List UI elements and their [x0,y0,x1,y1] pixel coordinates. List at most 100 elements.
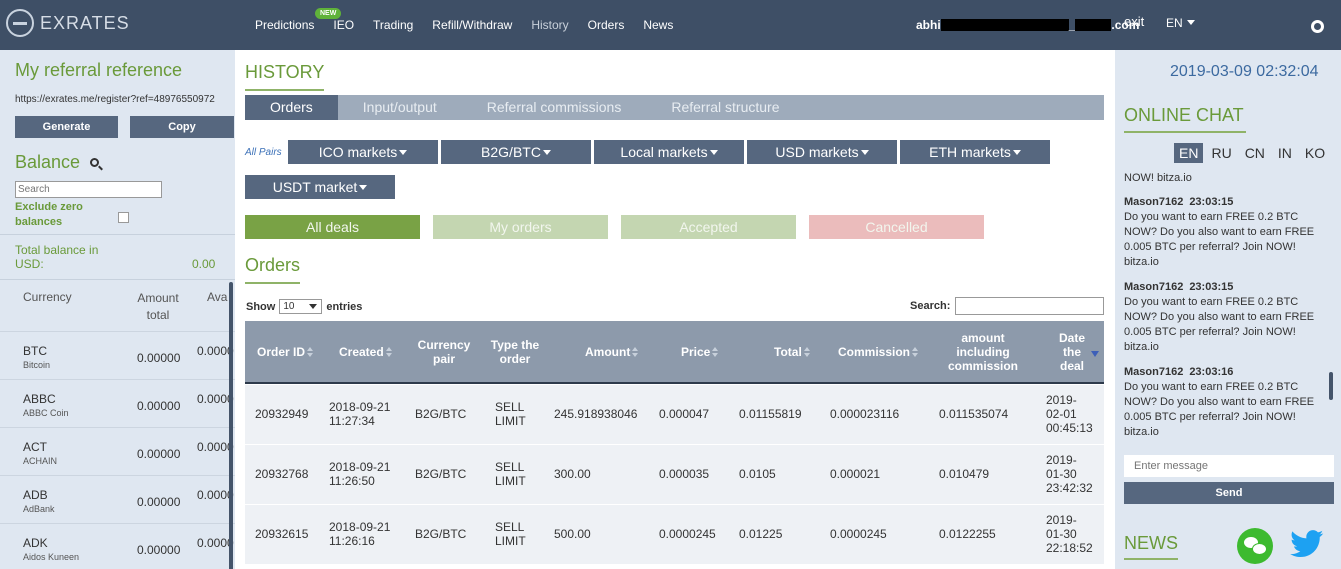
user-email-prefix: abhi [916,18,941,32]
gear-icon[interactable] [1311,20,1324,33]
page-title: HISTORY [245,62,325,91]
nav-predictions[interactable]: Predictions NEW [255,8,342,32]
balance-row[interactable]: ABBC ABBC Coin 0.00000 0.0000 [0,379,235,427]
cell-type: SELL LIMIT [495,460,526,488]
exit-link[interactable]: exit [1124,14,1144,29]
col-order-id[interactable]: Order ID [257,345,314,359]
email-redaction [940,19,1069,31]
cell-deal-monthday: 01-30 [1046,527,1077,541]
balance-row[interactable]: ADK Aidos Kuneen 0.00000 0.0000 [0,523,235,569]
generate-button[interactable]: Generate [15,116,118,138]
user-email-underscore: _ [1068,18,1076,32]
col-commission[interactable]: Commission [838,345,919,359]
col-amount-including-commission[interactable]: amount including commission [942,331,1024,373]
col-amount-incl-label: amount including commission [947,331,1019,373]
balance-scrollbar[interactable] [229,282,233,569]
amount-total-header[interactable]: Amount total [137,290,179,324]
chat-message-input[interactable] [1124,455,1334,477]
cell-order-id: 20932615 [255,527,309,541]
ico-markets-dropdown[interactable]: ICO markets [288,140,438,164]
balance-search-input[interactable] [15,181,162,198]
entries-select[interactable]: 10 [279,299,323,314]
cell-pair: B2G/BTC [415,467,467,481]
col-created[interactable]: Created [339,345,393,359]
balance-row[interactable]: ACT ACHAIN 0.00000 0.0000 [0,427,235,475]
cell-deal-year: 2019- [1046,453,1077,467]
cell-created: 2018-09-21 11:26:16 [329,520,390,548]
col-total[interactable]: Total [774,345,811,359]
filter-all-deals[interactable]: All deals [245,215,420,239]
tab-referral-structure[interactable]: Referral structure [646,95,804,120]
all-pairs-link[interactable]: All Pairs [245,147,282,158]
twitter-icon[interactable] [1290,530,1324,558]
cell-type: SELL LIMIT [495,400,526,428]
search-icon[interactable] [90,158,99,167]
nav-refill-withdraw[interactable]: Refill/Withdraw [432,18,512,32]
usdt-market-dropdown[interactable]: USDT market [245,175,395,199]
tab-orders[interactable]: Orders [245,95,338,120]
nav-trading[interactable]: Trading [373,18,413,32]
nav-history[interactable]: History [531,18,568,32]
exclude-zero-label: Exclude zero balances [15,201,83,228]
nav-ieo[interactable]: IEO [333,18,354,32]
chat-lang-in[interactable]: IN [1273,143,1297,163]
chevron-down-icon [1186,20,1195,25]
filter-cancelled[interactable]: Cancelled [809,215,984,239]
referral-link[interactable]: https://exrates.me/register?ref=48976550… [15,94,215,105]
usd-markets-dropdown[interactable]: USD markets [747,140,897,164]
cell-price: 0.000035 [659,467,710,481]
chat-username[interactable]: Mason7162 [1124,196,1183,208]
currency-header[interactable]: Currency [23,290,72,304]
cell-created-date: 2018-09-21 [329,400,391,414]
currency-amount: 0.00000 [137,399,181,413]
cell-pair: B2G/BTC [415,527,467,541]
eth-markets-dropdown[interactable]: ETH markets [900,140,1050,164]
main-nav: Predictions NEW IEO Trading Refill/Withdr… [255,8,692,32]
table-row[interactable]: 20932768 2018-09-21 11:26:50 B2G/BTC SELL… [245,445,1104,505]
chat-send-button[interactable]: Send [1124,482,1334,504]
cell-created: 2018-09-21 11:27:34 [329,400,390,428]
exclude-zero-checkbox[interactable] [118,212,129,223]
logo[interactable]: EXRATES [6,9,130,37]
wechat-icon[interactable] [1237,528,1273,564]
cell-type-side: SELL [495,520,525,534]
col-currency-pair[interactable]: Currency pair [415,338,473,366]
table-search-input[interactable] [955,297,1104,315]
chat-scrollbar[interactable] [1329,372,1333,400]
chat-lang-en[interactable]: EN [1174,143,1204,163]
table-search-label: Search: [910,300,951,312]
filter-my-orders[interactable]: My orders [433,215,608,239]
chat-username[interactable]: Mason7162 [1124,281,1183,293]
user-email[interactable]: abhi _ .com [916,18,1139,32]
table-row[interactable]: 20932949 2018-09-21 11:27:34 B2G/BTC SELL… [245,385,1104,445]
tab-referral-commissions[interactable]: Referral commissions [462,95,647,120]
currency-name: ABBC Coin [23,408,69,418]
table-row[interactable]: 20932615 2018-09-21 11:26:16 B2G/BTC SELL… [245,505,1104,565]
chat-lang-ko[interactable]: KO [1300,143,1330,163]
currency-name: Bitcoin [23,360,51,370]
cell-total: 0.01225 [739,527,783,541]
chevron-down-icon [359,185,368,190]
chat-message: Mason7162 23:03:15 Do you want to earn FR… [1124,195,1324,270]
tab-input-output[interactable]: Input/output [338,95,462,120]
b2g-btc-dropdown[interactable]: B2G/BTC [441,140,591,164]
available-header[interactable]: Ava [207,290,227,304]
col-amount[interactable]: Amount [585,345,639,359]
balance-row[interactable]: BTC Bitcoin 0.00000 0.0000 [0,331,235,379]
cell-amount-incl: 0.010479 [939,467,990,481]
nav-news[interactable]: News [643,18,673,32]
col-date-deal[interactable]: Date the deal [1054,331,1090,373]
col-price[interactable]: Price [681,345,719,359]
language-select[interactable]: EN [1166,16,1195,30]
chat-lang-cn[interactable]: CN [1240,143,1270,163]
nav-orders[interactable]: Orders [588,18,625,32]
local-markets-dropdown[interactable]: Local markets [594,140,744,164]
copy-button[interactable]: Copy [130,116,234,138]
chat-timestamp: 23:03:15 [1189,281,1234,293]
col-type[interactable]: Type the order [487,338,543,366]
balance-row[interactable]: ADB AdBank 0.00000 0.0000 [0,475,235,523]
chat-username[interactable]: Mason7162 [1124,366,1183,378]
cell-amount-incl: 0.011535074 [939,407,1009,421]
filter-accepted[interactable]: Accepted [621,215,796,239]
chat-lang-ru[interactable]: RU [1206,143,1236,163]
